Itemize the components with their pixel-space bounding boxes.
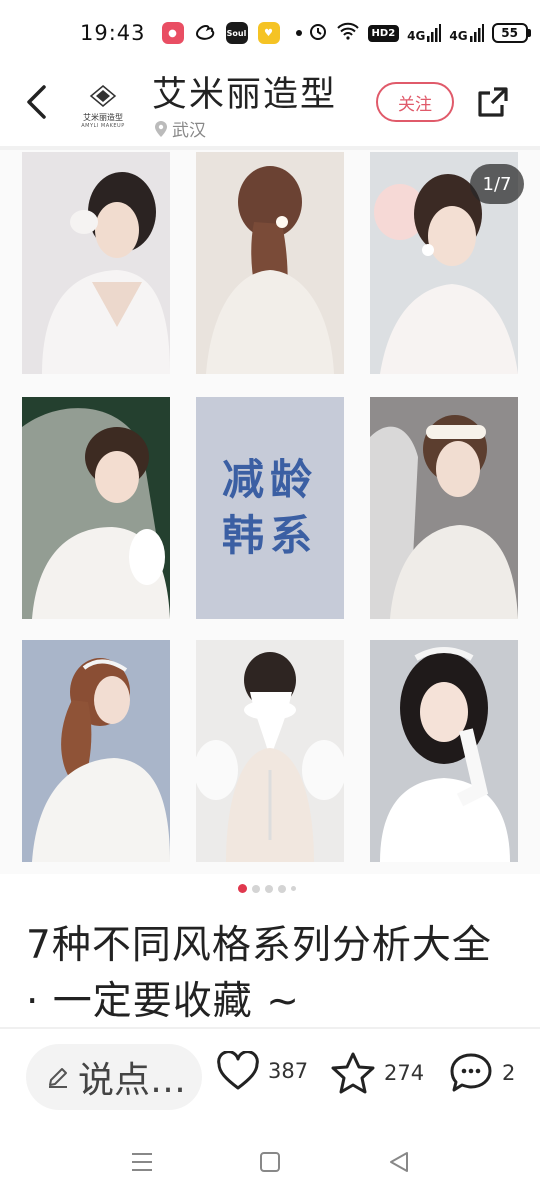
alarm-icon xyxy=(308,21,328,46)
bridal-photo-4[interactable] xyxy=(22,397,170,619)
tile-text-line1: 减龄 xyxy=(221,455,318,504)
status-time: 19:43 xyxy=(80,21,146,45)
post-title: 7种不同风格系列分析大全 · 一定要收藏 ~ xyxy=(26,923,492,1024)
logo-subtext: AMYLI MAKEUP xyxy=(81,122,125,129)
location-text: 武汉 xyxy=(172,121,206,141)
pager-dot xyxy=(252,884,260,893)
pager-dot xyxy=(291,886,296,891)
system-back-button[interactable] xyxy=(388,1151,410,1177)
brand-logo[interactable]: 艾米丽造型 AMYLI MAKEUP xyxy=(72,76,134,136)
comment-bubble-icon xyxy=(450,1053,492,1092)
pencil-icon xyxy=(49,1068,67,1088)
gallery-pager[interactable] xyxy=(238,884,296,893)
profile-header: 艾米丽造型 AMYLI MAKEUP 艾米丽造型 武汉 关注 xyxy=(0,66,540,146)
page-counter: 1/7 xyxy=(470,164,524,204)
wifi-icon xyxy=(336,21,360,45)
diamond-logo-icon xyxy=(89,84,117,107)
bridal-photo-8[interactable] xyxy=(370,640,518,862)
battery-level: 55 xyxy=(491,23,528,43)
pager-dot-active xyxy=(238,884,247,893)
comment-placeholder: 说点… xyxy=(78,1060,187,1101)
notification-icons: ● Soul ♥ xyxy=(161,21,308,46)
back-button[interactable] xyxy=(18,80,54,124)
bridal-photo-5[interactable] xyxy=(370,397,518,619)
square-icon xyxy=(260,1152,280,1172)
favorite-count: 274 xyxy=(384,1061,425,1085)
bridal-photo-1[interactable] xyxy=(22,152,170,374)
triangle-back-icon xyxy=(390,1152,408,1172)
battery-icon: 55 xyxy=(491,23,531,43)
share-icon xyxy=(478,87,508,117)
signal-2-icon: 4G xyxy=(449,24,484,42)
like-count: 387 xyxy=(268,1059,309,1083)
bridal-photo-2[interactable] xyxy=(196,152,344,374)
system-status-icons: HD2 4G 4G 55 xyxy=(308,21,531,46)
follow-button[interactable]: 关注 xyxy=(376,82,454,122)
heart-app-icon: ♥ xyxy=(257,22,280,44)
tile-text-line2: 韩系 xyxy=(221,511,318,560)
location-pin-icon xyxy=(155,120,167,137)
star-icon xyxy=(331,1052,375,1094)
more-notifications-dot xyxy=(295,30,302,36)
like-button[interactable]: 387 xyxy=(216,1051,308,1091)
hd-badge: HD2 xyxy=(367,24,400,42)
heart-icon xyxy=(217,1051,259,1090)
engagement-bar: 说点… 387 274 2 xyxy=(0,1029,540,1125)
recent-apps-button[interactable] xyxy=(130,1151,154,1177)
location-tag: 武汉 xyxy=(154,116,206,141)
menu-icon xyxy=(132,1153,152,1171)
comment-count: 2 xyxy=(502,1061,516,1085)
share-button[interactable] xyxy=(474,82,512,122)
chevron-left-icon xyxy=(27,85,46,119)
favorite-button[interactable]: 274 xyxy=(330,1051,424,1095)
bridal-photo-7[interactable] xyxy=(196,640,344,862)
system-navigation-bar xyxy=(0,1125,540,1200)
pager-dot xyxy=(265,884,273,893)
home-button[interactable] xyxy=(259,1151,281,1177)
comments-button[interactable]: 2 xyxy=(448,1051,515,1095)
logo-text: 艾米丽造型 xyxy=(83,112,123,122)
app-notification-icon: ● xyxy=(161,22,184,44)
bridal-photo-6[interactable] xyxy=(22,640,170,862)
comment-input[interactable]: 说点… xyxy=(26,1044,202,1110)
style-text-tile[interactable]: 减龄 韩系 xyxy=(196,397,344,619)
signal-1-icon: 4G xyxy=(407,24,442,42)
pager-dot xyxy=(278,884,286,893)
status-bar: 19:43 ● Soul ♥ HD2 4G 4G 55 xyxy=(0,0,540,66)
weibo-icon xyxy=(194,21,216,46)
soul-app-icon: Soul xyxy=(225,22,248,44)
account-name[interactable]: 艾米丽造型 xyxy=(152,66,337,117)
